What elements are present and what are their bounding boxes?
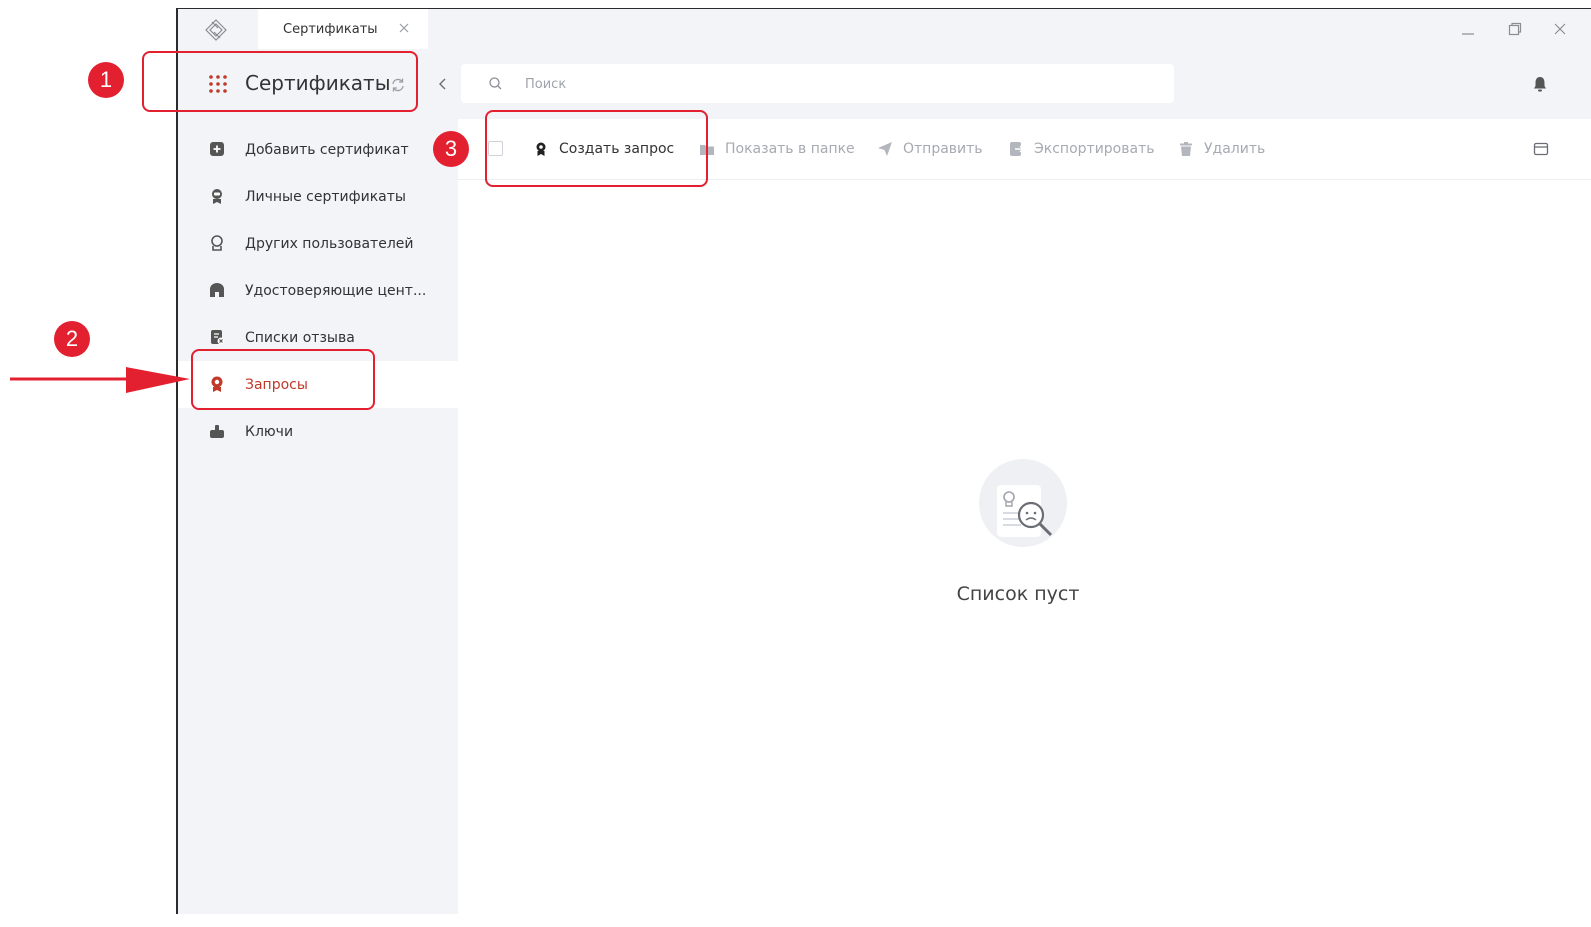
annotation-number-2: 2 xyxy=(54,321,90,357)
certificate-badge-icon xyxy=(212,189,222,204)
sidebar-item-label: Списки отзыва xyxy=(245,329,355,346)
search-icon xyxy=(489,77,502,90)
sidebar-item-label: Личные сертификаты xyxy=(245,188,406,205)
sidebar-item-label: Добавить сертификат xyxy=(245,141,409,158)
sidebar: Сертификаты Добавить сертификат Личные с… xyxy=(178,49,458,914)
sidebar-item-label: Ключи xyxy=(245,423,294,440)
bell-icon[interactable] xyxy=(1531,75,1549,93)
key-token-icon xyxy=(210,425,224,438)
annotation-box-2 xyxy=(191,349,375,410)
trash-icon xyxy=(1180,142,1192,156)
button-label: Экспортировать xyxy=(1034,141,1155,157)
plus-square-icon xyxy=(210,142,224,156)
sidebar-item-keys[interactable]: Ключи xyxy=(178,408,458,455)
show-in-folder-button[interactable]: Показать в папке xyxy=(699,138,855,160)
button-label: Показать в папке xyxy=(725,141,855,157)
export-button[interactable]: Экспортировать xyxy=(1008,138,1154,160)
app-window: Сертификаты Сертификаты Добавить сертифи… xyxy=(176,8,1591,914)
tab-certificates[interactable]: Сертификаты xyxy=(258,9,428,49)
tab-label: Сертификаты xyxy=(283,21,378,37)
sidebar-item-other-users[interactable]: Других пользователей xyxy=(178,220,458,267)
annotation-box-3 xyxy=(485,110,708,187)
search-input[interactable] xyxy=(523,72,1147,96)
sidebar-item-personal-certificates[interactable]: Личные сертификаты xyxy=(178,173,458,220)
send-icon xyxy=(878,142,892,156)
annotation-number-3: 3 xyxy=(433,131,469,167)
close-icon[interactable] xyxy=(398,22,410,34)
export-icon xyxy=(1010,142,1024,156)
send-button[interactable]: Отправить xyxy=(877,138,983,160)
annotation-number-1: 1 xyxy=(88,62,124,98)
minimize-icon[interactable] xyxy=(1461,22,1475,36)
sidebar-item-label: Удостоверяющие цент... xyxy=(245,282,427,299)
award-outline-icon xyxy=(211,235,223,251)
revocation-list-icon xyxy=(211,330,225,345)
button-label: Отправить xyxy=(903,141,983,157)
building-icon xyxy=(210,283,224,297)
button-label: Удалить xyxy=(1204,141,1266,157)
top-bar xyxy=(458,49,1591,119)
restore-icon[interactable] xyxy=(1508,22,1522,36)
sidebar-item-certificate-authorities[interactable]: Удостоверяющие цент... xyxy=(178,267,458,314)
search-box[interactable] xyxy=(461,64,1174,103)
app-logo-icon[interactable] xyxy=(204,18,228,42)
annotation-arrow-icon xyxy=(10,367,190,393)
annotation-box-1 xyxy=(142,51,418,112)
empty-state-text: Список пуст xyxy=(956,583,1080,605)
empty-list-illustration xyxy=(979,459,1067,547)
title-bar: Сертификаты xyxy=(178,9,1591,49)
window-close-icon[interactable] xyxy=(1553,22,1567,36)
layout-toggle-icon[interactable] xyxy=(1533,141,1549,157)
sidebar-item-add-certificate[interactable]: Добавить сертификат xyxy=(178,126,458,173)
sidebar-item-label: Других пользователей xyxy=(245,235,414,252)
main-content: Создать запрос Показать в папке Отправит… xyxy=(458,119,1591,914)
delete-button[interactable]: Удалить xyxy=(1178,138,1265,160)
collapse-sidebar-icon[interactable] xyxy=(436,77,450,91)
